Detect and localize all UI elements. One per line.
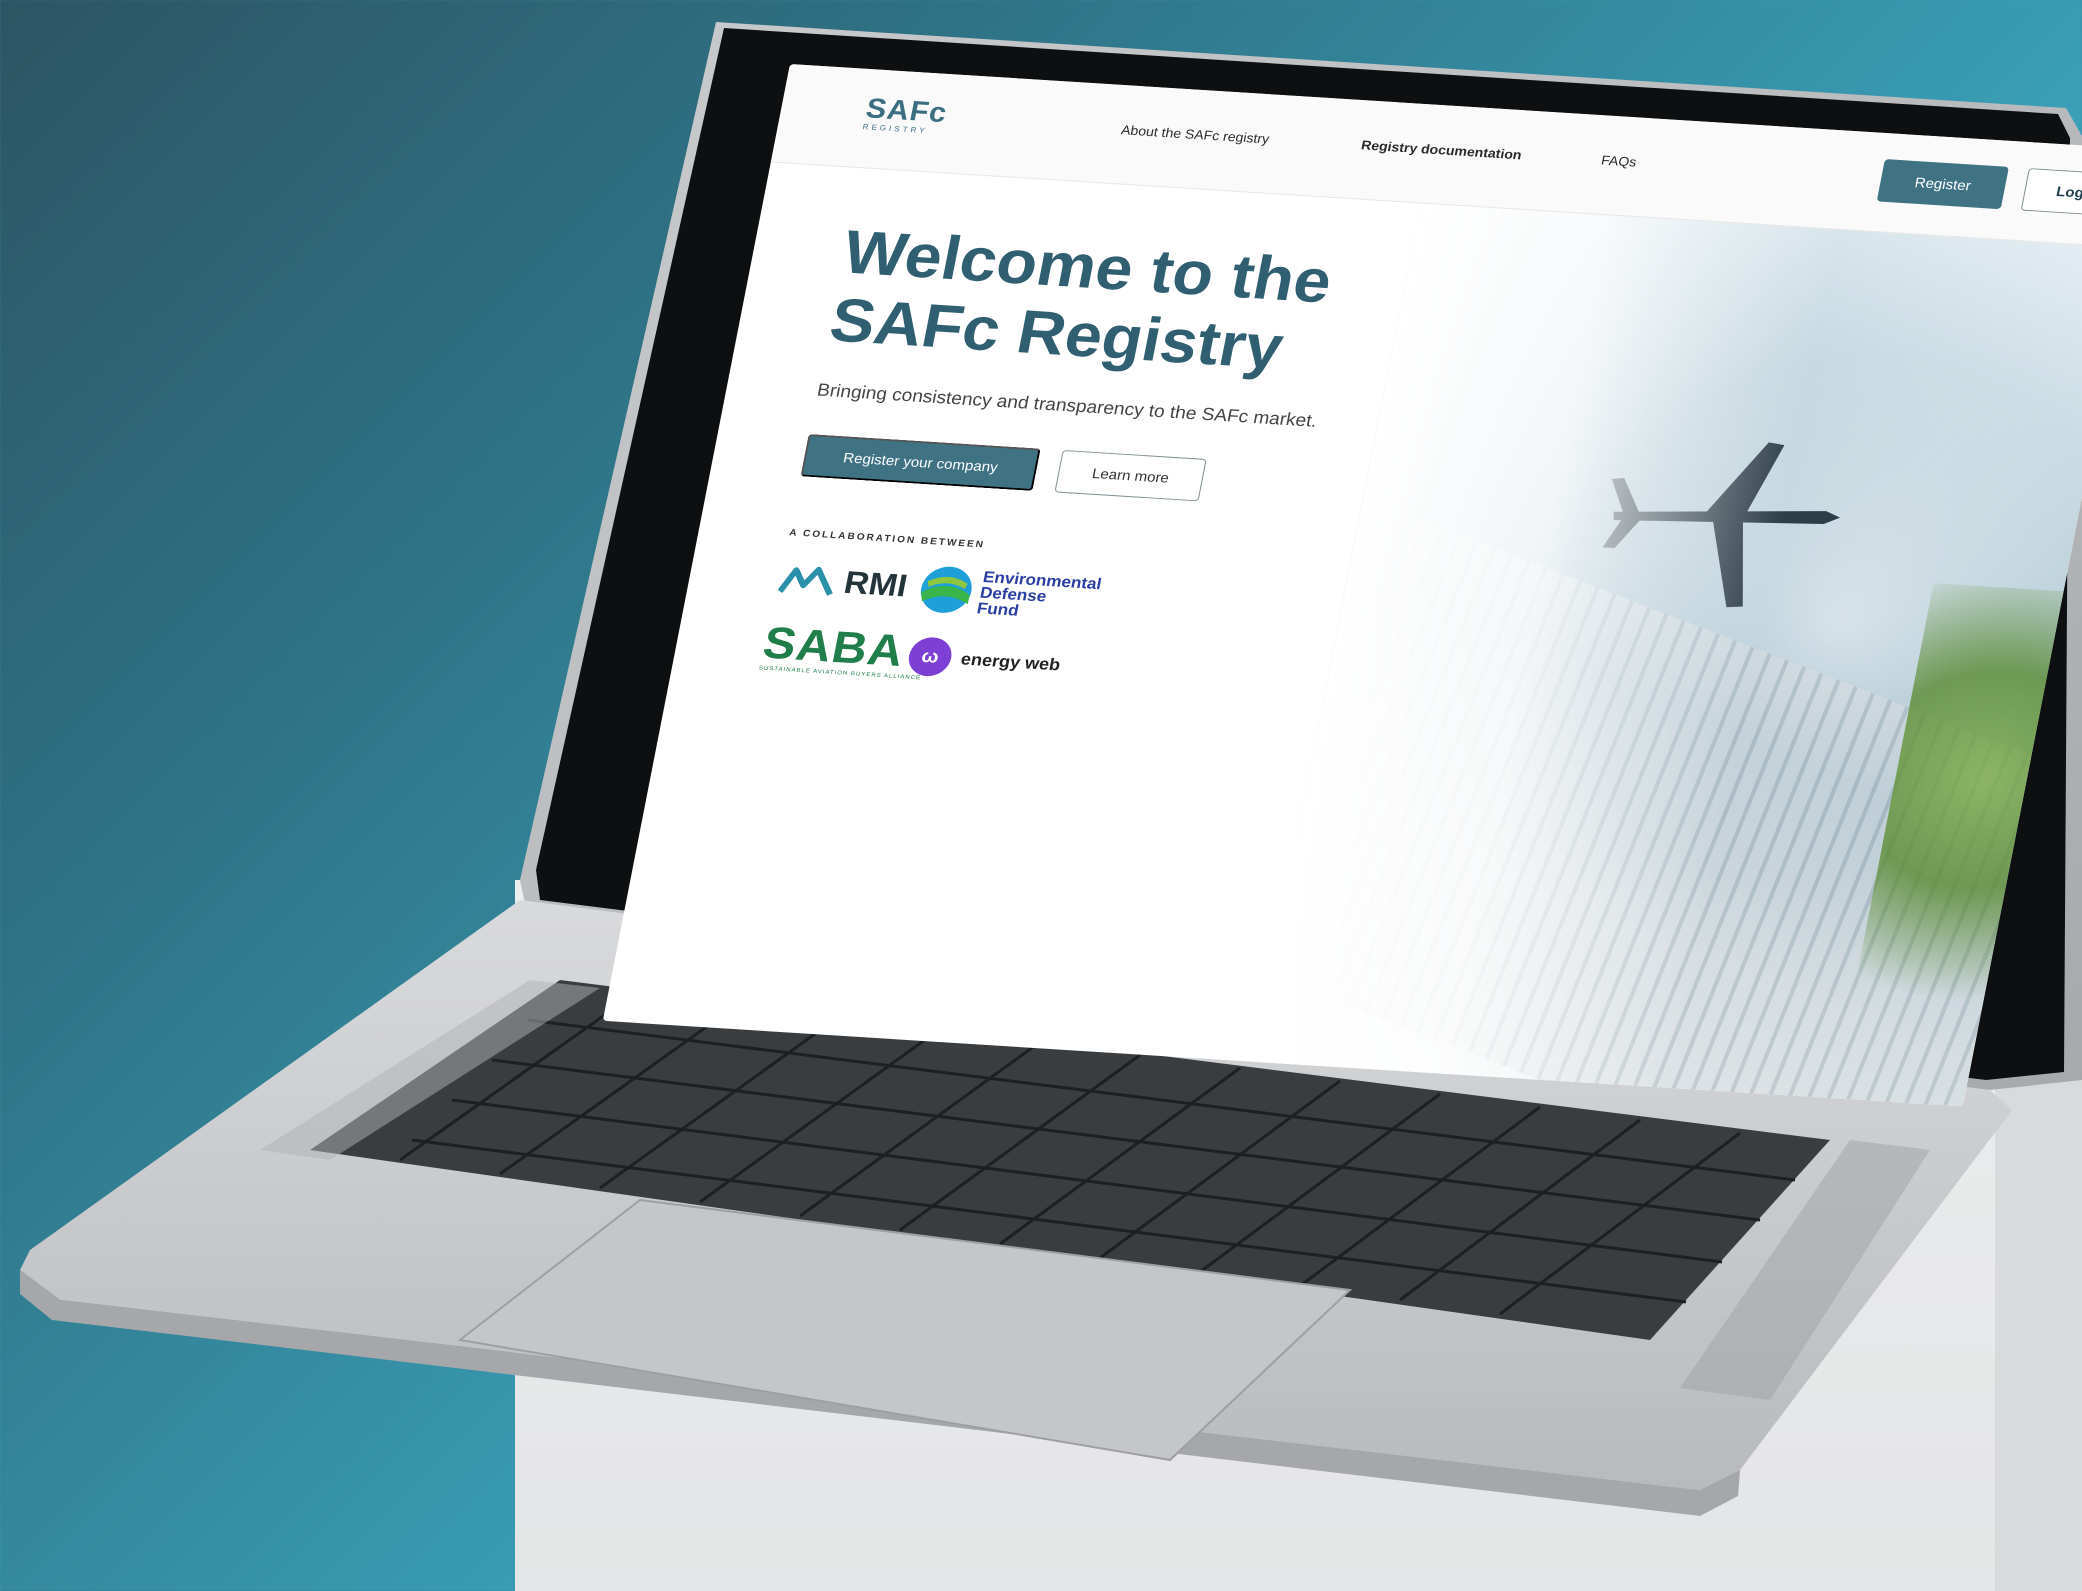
nav-link-documentation[interactable]: Registry documentation [1360,137,1523,162]
hero-subtitle: Bringing consistency and transparency to… [815,380,1319,432]
partner-logo-edf[interactable]: Environmental Defense Fund [916,564,1103,623]
rmi-wordmark: RMI [841,564,911,604]
nav-link-about[interactable]: About the SAFc registry [1120,122,1271,146]
edf-wordmark: Environmental Defense Fund [976,568,1104,622]
register-company-button[interactable]: Register your company [800,433,1041,491]
partner-logo-energy-web[interactable]: ω energy web [905,636,1064,684]
partner-logo-rmi[interactable]: RMI [777,561,910,605]
nav-link-faqs[interactable]: FAQs [1600,152,1638,169]
register-button[interactable]: Register [1876,159,2009,210]
edf-globe-icon [920,566,972,613]
collaboration-label: A COLLABORATION BETWEEN [788,527,986,551]
learn-more-button[interactable]: Learn more [1054,449,1207,502]
browser-screen: SAFc REGISTRY About the SAFc registry Re… [602,64,2082,1107]
energy-web-icon: ω [905,636,955,678]
safc-logo[interactable]: SAFc REGISTRY [860,93,980,150]
login-button[interactable]: Login [2020,168,2082,218]
energy-web-wordmark: energy web [959,649,1063,674]
hero-title: Welcome to the SAFc Registry [825,217,1492,393]
partner-logo-saba[interactable]: SABA SUSTAINABLE AVIATION BUYERS ALLIANC… [758,619,930,682]
rmi-mountain-icon [777,566,833,596]
